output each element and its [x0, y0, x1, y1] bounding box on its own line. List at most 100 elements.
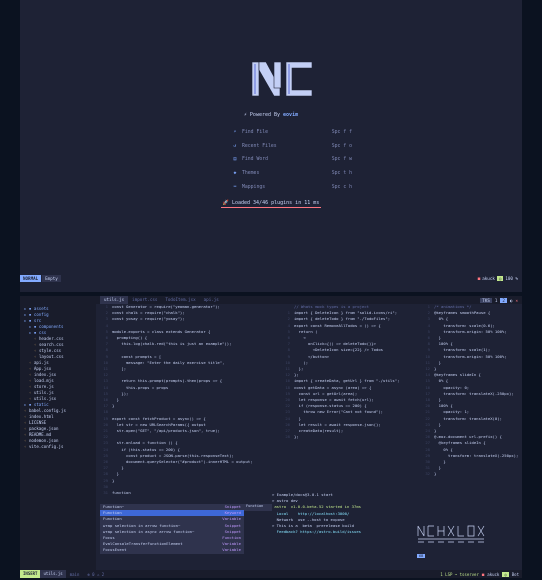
tree-item-label: utils.jsx	[33, 396, 57, 401]
nvchad-logo-icon	[251, 61, 313, 97]
terminal-line: Feedback? https://astro.build/issues	[272, 529, 362, 535]
code-text: transform: translateX(-250px);	[434, 390, 514, 396]
close-icon[interactable]: ✕	[515, 298, 518, 303]
code-text: str.open("GET", "/api/products.json", tr…	[112, 428, 220, 434]
plugins-loaded-label: 🚀 Loaded 34/46 plugins in 11 ms	[20, 200, 522, 208]
text-icon: ▤	[233, 157, 237, 163]
tks-button[interactable]: TKS	[480, 297, 492, 303]
menu-label: Mappings	[242, 184, 266, 190]
menu-shortcut: Spc f o	[331, 143, 352, 149]
tree-item-label: static	[33, 402, 49, 407]
tree-item-label: layout.css	[38, 354, 64, 359]
theme-toggle-icon[interactable]: ◐	[510, 298, 513, 303]
code-text: transform-origin: 50% 100%;	[434, 328, 507, 334]
folder-icon: ▸ ▪	[24, 402, 34, 407]
history-icon: ↺	[233, 143, 237, 149]
tree-file[interactable]: ◦ vite.config.js	[20, 444, 96, 450]
tree-item-label: src	[33, 318, 42, 323]
menu-shortcut: Spc f f	[331, 130, 352, 136]
powered-by-label: ⚡ Powered By eovim	[20, 112, 522, 118]
line-number: 31	[103, 490, 108, 496]
tab-utils-js[interactable]: utils.js	[100, 296, 129, 304]
tree-item-label: utils.js	[33, 390, 54, 395]
menu-item-find-word[interactable]: ▤ Find Word Spc f w	[232, 153, 352, 167]
menu-shortcut: Spc f w	[331, 157, 352, 163]
tree-item-label: header.css	[38, 336, 64, 341]
menu-label: Find Word	[242, 157, 268, 163]
menu-item-themes[interactable]: ◆ Themes Spc t h	[232, 167, 352, 181]
code-text: const yosay = require("yosay");	[112, 316, 185, 322]
file-tree: ▸ ▪ assets ▸ ▪ config ▸ ▪ src ▸ ▪ component…	[20, 304, 96, 572]
loaded-text: Loaded 34/46 plugins in 11 ms	[231, 200, 320, 206]
completion-menu: Function~ Snippet Function Keyword Function V…	[100, 504, 244, 554]
code-text: throw new Error("Cant not found");	[294, 409, 384, 415]
tree-item-label: load.mjs	[33, 378, 54, 383]
menu-shortcut: Spc c h	[331, 184, 352, 190]
lsp-status: 1 LSP ~ tsserver	[440, 571, 479, 577]
tab-todoitem-jsx[interactable]: TodoItem.jsx	[161, 296, 199, 304]
statusline-top: NORMAL Empty ■ akuck ◎ 100 %	[20, 275, 522, 282]
cwd-label: akuck	[487, 571, 500, 577]
tree-item-label: index.html	[28, 414, 54, 419]
tab-2-button[interactable]: 2	[500, 297, 507, 303]
folder-icon: ▸ ▪	[24, 312, 34, 317]
file-name: utils.js	[40, 570, 66, 578]
tab-1-button[interactable]: 1	[495, 298, 498, 303]
tree-item-label: css	[38, 330, 47, 335]
ascii-art-banner	[417, 525, 485, 543]
code-line: 31 function	[98, 490, 268, 496]
completion-kind: Variable	[222, 547, 241, 553]
tree-item-label: babel.config.js	[28, 408, 66, 413]
tab-import-css[interactable]: import.css	[128, 296, 161, 304]
position-icon: ◎	[496, 276, 504, 281]
tab-api-js[interactable]: api.js	[200, 296, 223, 304]
terminal-pane[interactable]: > Example/docs@3.0.1 start > astro dev as…	[272, 492, 420, 570]
menu-label: Find File	[242, 130, 268, 136]
search-icon: ⌕	[233, 130, 237, 136]
code-text: message: "Enter the daily exercise title…	[112, 359, 225, 365]
folder-icon: ▸ ▪	[24, 306, 34, 311]
folder-icon: ▸ ▪	[29, 330, 39, 335]
tree-item-label: search.css	[38, 342, 64, 347]
powered-prefix: ⚡ Powered By	[243, 112, 281, 118]
ascii-tag: 6B	[417, 554, 426, 558]
folder-icon: ■	[481, 571, 485, 577]
buffer-name: Empty	[42, 275, 61, 282]
folder-icon: ■	[477, 276, 481, 281]
code-text: transform: translateX(-250px);	[434, 452, 519, 458]
tab-controls: TKS 1 2 ◐ ✕	[480, 297, 522, 303]
tree-item-label: config	[33, 312, 49, 317]
completion-label: FocusEvent	[103, 547, 127, 553]
code-text: document.querySelector("#product").inner…	[112, 459, 253, 465]
statusline-bottom: INSERT utils.js main ⊗ 0 ⚠ 2 1 LSP ~ tss…	[20, 570, 522, 578]
code-text: this.log(chalk.red("this is just an exam…	[112, 341, 232, 347]
code-text: }	[112, 403, 115, 409]
menu-item-mappings[interactable]: ⌨ Mappings Spc c h	[232, 180, 352, 194]
tree-item-label: vite.config.js	[28, 444, 64, 449]
completion-item[interactable]: FocusEvent Variable	[100, 547, 244, 553]
menu-item-find-file[interactable]: ⌕ Find File Spc f f	[232, 126, 352, 140]
line-number: 32	[425, 471, 430, 477]
git-branch: main	[69, 571, 80, 577]
keyboard-icon: ⌨	[233, 184, 237, 190]
powered-brand: eovim	[280, 112, 299, 118]
tree-item-label: assets	[33, 306, 49, 311]
completion-doc: Function	[244, 504, 272, 511]
desktop: ⚡ Powered By eovim ⌕ Find File Spc f f ↺ Re…	[0, 0, 542, 580]
line-number: 28	[285, 434, 290, 440]
percent-label: 100 %	[505, 276, 518, 281]
menu-label: Themes	[242, 171, 260, 177]
code-text: ];	[112, 366, 127, 372]
buffer-tabbar: utils.js import.css TodoItem.jsx api.js …	[20, 296, 522, 304]
tree-item-label: index.jsx	[33, 372, 57, 377]
cwd-label: akuck	[482, 276, 495, 281]
folder-icon: ▸ ▪	[29, 324, 39, 329]
menu-item-recent-files[interactable]: ↺ Recent Files Spc f o	[232, 140, 352, 154]
tree-item-label: components	[38, 324, 64, 329]
mode-badge: INSERT	[20, 570, 41, 578]
tree-item-label: store.js	[33, 384, 54, 389]
menu-label: Recent Files	[242, 143, 277, 149]
dashboard-window: ⚡ Powered By eovim ⌕ Find File Spc f f ↺ Re…	[20, 0, 522, 292]
tree-item-label: README.md	[28, 432, 52, 437]
code-text: transform-origin: 50% 100%;	[434, 353, 507, 359]
